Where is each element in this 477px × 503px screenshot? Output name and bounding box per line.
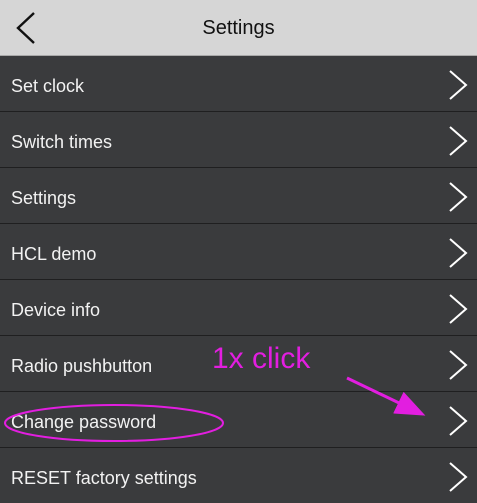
chevron-right-icon bbox=[449, 294, 468, 324]
menu-item-label: Set clock bbox=[11, 76, 85, 96]
chevron-right-icon bbox=[449, 350, 468, 380]
menu-item-switch-times[interactable]: Switch times bbox=[0, 112, 477, 168]
menu-item-device-info[interactable]: Device info bbox=[0, 280, 477, 336]
menu-item-label: Change password bbox=[11, 412, 157, 432]
back-button[interactable] bbox=[14, 11, 38, 45]
menu-item-label: Settings bbox=[11, 188, 77, 208]
menu-item-settings[interactable]: Settings bbox=[0, 168, 477, 224]
settings-screen: Settings Set clock Switch times Settings… bbox=[0, 0, 477, 503]
menu-item-set-clock[interactable]: Set clock bbox=[0, 56, 477, 112]
menu-item-label: RESET factory settings bbox=[11, 468, 197, 488]
chevron-left-icon bbox=[16, 12, 35, 44]
menu-item-hcl-demo[interactable]: HCL demo bbox=[0, 224, 477, 280]
chevron-right-icon bbox=[449, 70, 468, 100]
chevron-right-icon bbox=[449, 462, 468, 492]
menu-item-label: Radio pushbutton bbox=[11, 356, 153, 376]
menu-item-label: Switch times bbox=[11, 132, 113, 152]
menu-item-reset-factory-settings[interactable]: RESET factory settings bbox=[0, 448, 477, 503]
menu-item-label: HCL demo bbox=[11, 244, 97, 264]
settings-menu-list: Set clock Switch times Settings HCL demo… bbox=[0, 56, 477, 503]
chevron-right-icon bbox=[449, 406, 468, 436]
chevron-right-icon bbox=[449, 238, 468, 268]
menu-item-change-password[interactable]: Change password bbox=[0, 392, 477, 448]
page-title: Settings bbox=[202, 17, 275, 39]
header-bar: Settings bbox=[0, 0, 477, 56]
menu-item-label: Device info bbox=[11, 300, 101, 320]
annotation-label: 1x click bbox=[212, 342, 311, 375]
chevron-right-icon bbox=[449, 126, 468, 156]
chevron-right-icon bbox=[449, 182, 468, 212]
